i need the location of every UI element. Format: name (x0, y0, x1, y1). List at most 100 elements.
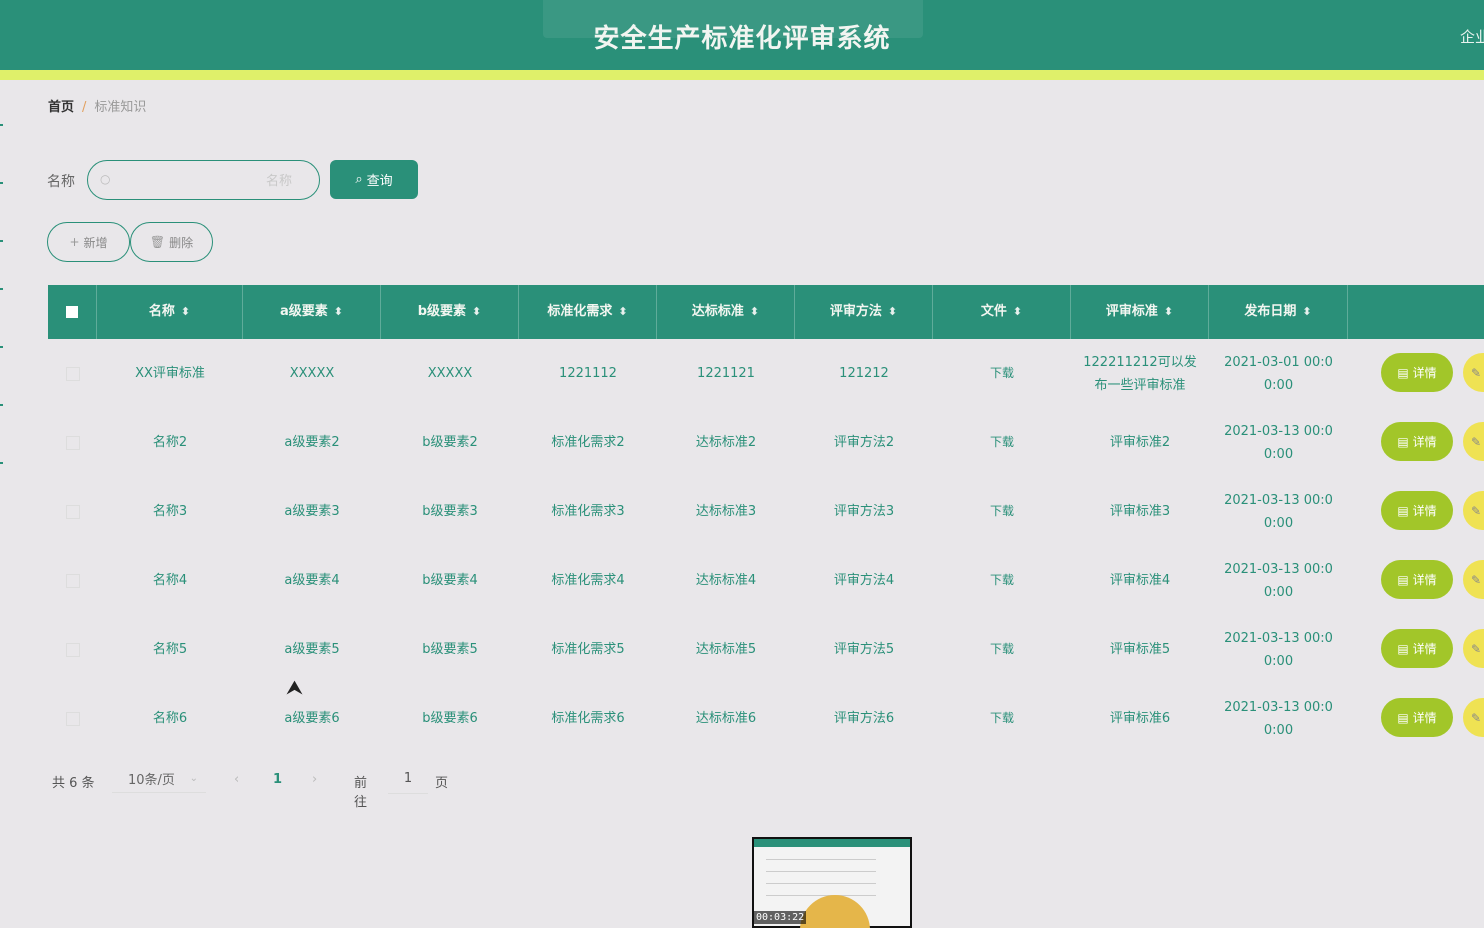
chevron-down-icon: ⌄ (189, 773, 198, 784)
detail-button-label: 详情 (1412, 435, 1437, 449)
cell-review-standard: 评审标准3 (1109, 504, 1171, 519)
cell-review-method: 评审方法6 (833, 711, 895, 726)
cell-file-download[interactable]: 下载 (933, 684, 1071, 753)
sort-icon: ⬍ (618, 305, 628, 318)
column-header-reach[interactable]: 达标标准 ⬍ (657, 285, 795, 339)
edit-icon: ✎ (1471, 710, 1482, 725)
select-all-checkbox[interactable] (48, 285, 97, 339)
cell-review-method: 121212 (839, 366, 889, 381)
add-button[interactable]: + 新增 (47, 222, 130, 262)
cell-standard-need: 标准化需求5 (551, 642, 625, 657)
search-input[interactable] (120, 169, 294, 193)
cell-review-standard: 评审标准6 (1109, 711, 1171, 726)
breadcrumb-home[interactable]: 首页 (48, 100, 74, 115)
document-icon: ▤ (1397, 434, 1409, 449)
cell-reach-standard: 达标标准5 (695, 642, 757, 657)
edit-icon: ✎ (1471, 434, 1482, 449)
trash-icon: 🗑 (149, 235, 166, 249)
query-button[interactable]: ⌕ 查询 (330, 160, 418, 199)
column-header-a[interactable]: a级要素 ⬍ (243, 285, 381, 339)
document-icon: ▤ (1397, 503, 1409, 518)
document-icon: ▤ (1397, 641, 1409, 656)
row-checkbox[interactable] (48, 546, 97, 615)
detail-button-label: 详情 (1412, 573, 1437, 587)
edit-button[interactable]: ✎ (1463, 560, 1484, 599)
column-header-b[interactable]: b级要素 ⬍ (381, 285, 519, 339)
cell-file-download[interactable]: 下载 (933, 477, 1071, 546)
column-header-need[interactable]: 标准化需求 ⬍ (519, 285, 657, 339)
table-row: 名称4 a级要素4 b级要素4 标准化需求4 达标标准4 评审方法4 下载 评审标准4 2021… (48, 546, 1484, 615)
cell-b-element: b级要素2 (422, 435, 478, 450)
detail-button[interactable]: ▤ 详情 (1381, 629, 1453, 668)
detail-button[interactable]: ▤ 详情 (1381, 422, 1453, 461)
detail-button[interactable]: ▤ 详情 (1381, 353, 1453, 392)
cell-publish-date: 2021-03-13 00:00:00 (1224, 699, 1333, 738)
edit-icon: ✎ (1471, 641, 1482, 656)
sort-icon: ⬍ (1163, 305, 1174, 318)
add-button-label: 新增 (83, 235, 108, 250)
prev-page-icon[interactable]: ‹ (234, 772, 239, 787)
cell-name: 名称6 (152, 711, 188, 726)
table-row: XX评审标准 XXXXX XXXXX 1221112 1221121 121212 下载 12… (48, 339, 1484, 408)
edit-icon: ✎ (1471, 365, 1482, 380)
cell-a-element: a级要素6 (284, 711, 340, 726)
page-size-select[interactable]: 10条/页 ⌄ (112, 765, 206, 793)
next-page-icon[interactable]: › (312, 772, 317, 787)
edit-button[interactable]: ✎ (1463, 698, 1484, 737)
cell-standard-need: 1221112 (559, 366, 617, 381)
cell-standard-need: 标准化需求6 (551, 711, 625, 726)
cell-file-download[interactable]: 下载 (933, 408, 1071, 477)
delete-button[interactable]: 🗑 删除 (130, 222, 213, 262)
cell-reach-standard: 达标标准2 (695, 435, 757, 450)
column-header-method[interactable]: 评审方法 ⬍ (795, 285, 933, 339)
row-checkbox[interactable] (48, 408, 97, 477)
detail-button[interactable]: ▤ 详情 (1381, 560, 1453, 599)
edit-button[interactable]: ✎ (1463, 422, 1484, 461)
video-thumbnail[interactable]: 00:03:22 (752, 837, 912, 928)
edit-icon: ✎ (1471, 503, 1482, 518)
breadcrumb: 首页 / 标准知识 (48, 96, 146, 115)
cell-review-standard: 122211212可以发布一些评审标准 (1083, 354, 1197, 393)
cell-publish-date: 2021-03-13 00:00:00 (1224, 561, 1333, 600)
cell-file-download[interactable]: 下载 (933, 546, 1071, 615)
row-checkbox[interactable] (48, 615, 97, 684)
goto-page-input[interactable]: 1 (388, 765, 428, 794)
column-header-name[interactable]: 名称 ⬍ (97, 285, 243, 339)
cell-b-element: XXXXX (427, 366, 473, 381)
sort-icon: ⬍ (180, 305, 191, 318)
row-checkbox[interactable] (48, 477, 97, 546)
cell-file-download[interactable]: 下载 (933, 339, 1071, 408)
cell-b-element: b级要素5 (422, 642, 478, 657)
row-checkbox[interactable] (48, 339, 97, 408)
column-header-date[interactable]: 发布日期 ⬍ (1209, 285, 1348, 339)
table-row: 名称5 a级要素5 b级要素5 标准化需求5 达标标准5 评审方法5 下载 评审标准5 2021… (48, 615, 1484, 684)
query-button-label: 查询 (366, 174, 393, 189)
detail-button[interactable]: ▤ 详情 (1381, 698, 1453, 737)
user-menu[interactable]: 企业 (1460, 26, 1484, 47)
cell-review-method: 评审方法5 (833, 642, 895, 657)
sort-icon: ⬍ (1012, 305, 1023, 318)
cell-name: XX评审标准 (135, 366, 205, 381)
cell-publish-date: 2021-03-01 00:00:00 (1224, 354, 1333, 393)
edit-button[interactable]: ✎ (1463, 353, 1484, 392)
row-checkbox[interactable] (48, 684, 97, 753)
column-header-file[interactable]: 文件 ⬍ (933, 285, 1071, 339)
edit-button[interactable]: ✎ (1463, 629, 1484, 668)
cell-reach-standard: 达标标准4 (695, 573, 757, 588)
edit-icon: ✎ (1471, 572, 1482, 587)
page-number-current[interactable]: 1 (273, 772, 282, 787)
table-row: 名称3 a级要素3 b级要素3 标准化需求3 达标标准3 评审方法3 下载 评审标准3 2021… (48, 477, 1484, 546)
edit-button[interactable]: ✎ (1463, 491, 1484, 530)
table-row: 名称2 a级要素2 b级要素2 标准化需求2 达标标准2 评审方法2 下载 评审标准2 2021… (48, 408, 1484, 477)
thumbnail-timestamp: 00:03:22 (754, 911, 807, 924)
cell-a-element: XXXXX (289, 366, 335, 381)
sort-icon: ⬍ (472, 305, 482, 318)
goto-label: 前往 (354, 776, 368, 810)
detail-button[interactable]: ▤ 详情 (1381, 491, 1453, 530)
cell-standard-need: 标准化需求4 (551, 573, 625, 588)
column-header-review[interactable]: 评审标准 ⬍ (1071, 285, 1209, 339)
cell-file-download[interactable]: 下载 (933, 615, 1071, 684)
breadcrumb-separator: / (82, 100, 87, 115)
accent-bar (0, 70, 1484, 80)
cell-standard-need: 标准化需求2 (551, 435, 625, 450)
